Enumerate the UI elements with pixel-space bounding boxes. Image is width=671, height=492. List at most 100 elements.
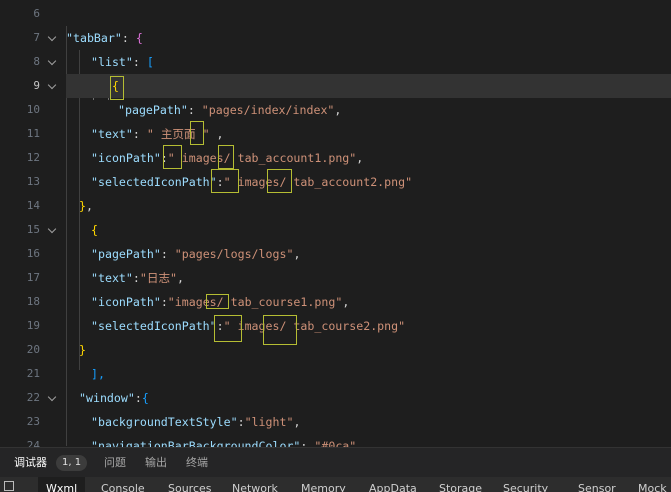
line-number: 20 — [26, 343, 40, 356]
code-line[interactable]: 18 "iconPath":"images/ tab_course1.png", — [0, 290, 671, 314]
line-number: 16 — [26, 247, 40, 260]
code-line[interactable]: 10 "pagePath": "pages/index/index", — [0, 98, 671, 122]
devtab-sensor[interactable]: Sensor — [570, 477, 624, 492]
code-token: "backgroundTextStyle" — [91, 415, 238, 429]
code-text: "window":{ — [79, 386, 149, 410]
tab-debugger[interactable]: 调试器 — [14, 448, 47, 478]
devtab-network[interactable]: Network — [224, 477, 286, 492]
line-number: 18 — [26, 295, 40, 308]
code-token: "navigationBarBackgroundColor" — [91, 439, 301, 447]
fold-chevron-icon[interactable] — [47, 386, 59, 410]
code-token: "iconPath" — [91, 295, 161, 309]
devtab-storage[interactable]: Storage — [431, 477, 490, 492]
line-number: 14 — [26, 199, 40, 212]
code-line[interactable]: 19 "selectedIconPath":" images/ tab_cours… — [0, 314, 671, 338]
code-token: , — [334, 103, 342, 117]
code-text: ], — [91, 362, 105, 386]
devtab-memory[interactable]: Memory — [293, 477, 354, 492]
devtab-appdata[interactable]: AppData — [361, 477, 425, 492]
code-line[interactable]: 20} — [0, 338, 671, 362]
whitespace-highlight-box — [206, 294, 229, 309]
code-line[interactable]: 22 "window":{ — [0, 386, 671, 410]
code-text: "selectedIconPath":" images/ tab_course2… — [91, 314, 405, 338]
code-token: { — [91, 223, 98, 237]
code-text: "pagePath": "pages/logs/logs", — [91, 242, 300, 266]
code-line[interactable]: 17 "text":"日志", — [0, 266, 671, 290]
code-token: : — [132, 55, 147, 69]
code-line[interactable]: 12 "iconPath":" images/ tab_account1.png"… — [0, 146, 671, 170]
code-line[interactable]: 16 "pagePath": "pages/logs/logs", — [0, 242, 671, 266]
code-text: "text":"日志", — [91, 266, 184, 290]
code-line[interactable]: 24 "navigationBarBackgroundColor": "#0ca" — [0, 434, 671, 447]
code-token: "selectedIconPath" — [91, 319, 217, 333]
code-text: } — [79, 338, 86, 362]
devtab-console[interactable]: Console — [93, 477, 153, 492]
code-token: ], — [91, 367, 105, 381]
tab-problems[interactable]: 问题 — [104, 448, 126, 478]
code-token: , — [85, 199, 93, 213]
line-number: 6 — [33, 7, 40, 20]
code-token: "light" — [244, 415, 294, 429]
code-line[interactable]: 7 "tabBar": { — [0, 26, 671, 50]
code-token: "tabBar" — [66, 31, 122, 45]
code-line[interactable]: 6 — [0, 2, 671, 26]
line-number: 24 — [26, 439, 40, 447]
code-line[interactable]: 9{ — [0, 74, 671, 98]
code-token: "list" — [91, 55, 133, 69]
fold-chevron-icon[interactable] — [47, 218, 59, 242]
tab-terminal[interactable]: 终端 — [186, 448, 208, 478]
whitespace-highlight-box — [214, 315, 242, 342]
code-token: : — [121, 31, 136, 45]
code-token: " images/ tab_account1.png" — [167, 151, 357, 165]
code-token: , — [293, 415, 301, 429]
tab-output[interactable]: 输出 — [145, 448, 167, 478]
line-number: 7 — [33, 31, 40, 44]
code-token: , — [209, 127, 224, 141]
line-number: 22 — [26, 391, 40, 404]
code-token: [ — [146, 55, 154, 69]
code-token: " images/ tab_account2.png" — [223, 175, 413, 189]
line-number: 23 — [26, 415, 40, 428]
code-line[interactable]: 15 { — [0, 218, 671, 242]
code-token: " images/ tab_course2.png" — [223, 319, 406, 333]
code-token: : — [132, 271, 140, 285]
fold-chevron-icon[interactable] — [47, 50, 59, 74]
line-number: 17 — [26, 271, 40, 284]
whitespace-highlight-box — [163, 145, 182, 169]
code-text: "navigationBarBackgroundColor": "#0ca" — [91, 434, 356, 447]
code-line[interactable]: 13 "selectedIconPath":" images/ tab_accou… — [0, 170, 671, 194]
code-token: "pagePath" — [118, 103, 188, 117]
line-number: 8 — [33, 55, 40, 68]
inspect-icon[interactable] — [4, 481, 14, 491]
code-token: "selectedIconPath" — [91, 175, 217, 189]
current-line-highlight — [66, 74, 671, 98]
code-text: "backgroundTextStyle":"light", — [91, 410, 300, 434]
devtab-sources[interactable]: Sources — [160, 477, 220, 492]
code-line[interactable]: 21], — [0, 362, 671, 386]
devtab-wxml[interactable]: Wxml — [38, 477, 86, 492]
devtab-mock[interactable]: Mock — [630, 477, 671, 492]
code-text: }, — [79, 194, 93, 218]
code-token: , — [356, 151, 364, 165]
code-token: , — [177, 271, 185, 285]
line-number: 21 — [26, 367, 40, 380]
code-line[interactable]: 23 "backgroundTextStyle":"light", — [0, 410, 671, 434]
code-token: : — [134, 391, 142, 405]
whitespace-highlight-box — [211, 169, 239, 193]
cursor-position-badge: 1, 1 — [56, 455, 88, 471]
code-line[interactable]: 14}, — [0, 194, 671, 218]
code-line[interactable]: 8 "list": [ — [0, 50, 671, 74]
devtab-security[interactable]: Security — [495, 477, 556, 492]
fold-chevron-icon[interactable] — [47, 26, 59, 50]
code-token: } — [79, 199, 86, 213]
code-token: "#0ca" — [314, 439, 357, 447]
code-editor[interactable]: 6 7 "tabBar": {8 "list": [9{10 "pagePath": "… — [0, 0, 671, 447]
line-number: 15 — [26, 223, 40, 236]
code-token: : — [132, 127, 147, 141]
bottom-panel-tabs: 调试器 1, 1 问题 输出 终端 — [0, 447, 671, 478]
code-token: "text" — [91, 127, 133, 141]
code-line[interactable]: 11 "text": " 主页面 " , — [0, 122, 671, 146]
code-token: : — [160, 247, 175, 261]
fold-chevron-icon[interactable] — [47, 74, 59, 98]
line-number: 13 — [26, 175, 40, 188]
